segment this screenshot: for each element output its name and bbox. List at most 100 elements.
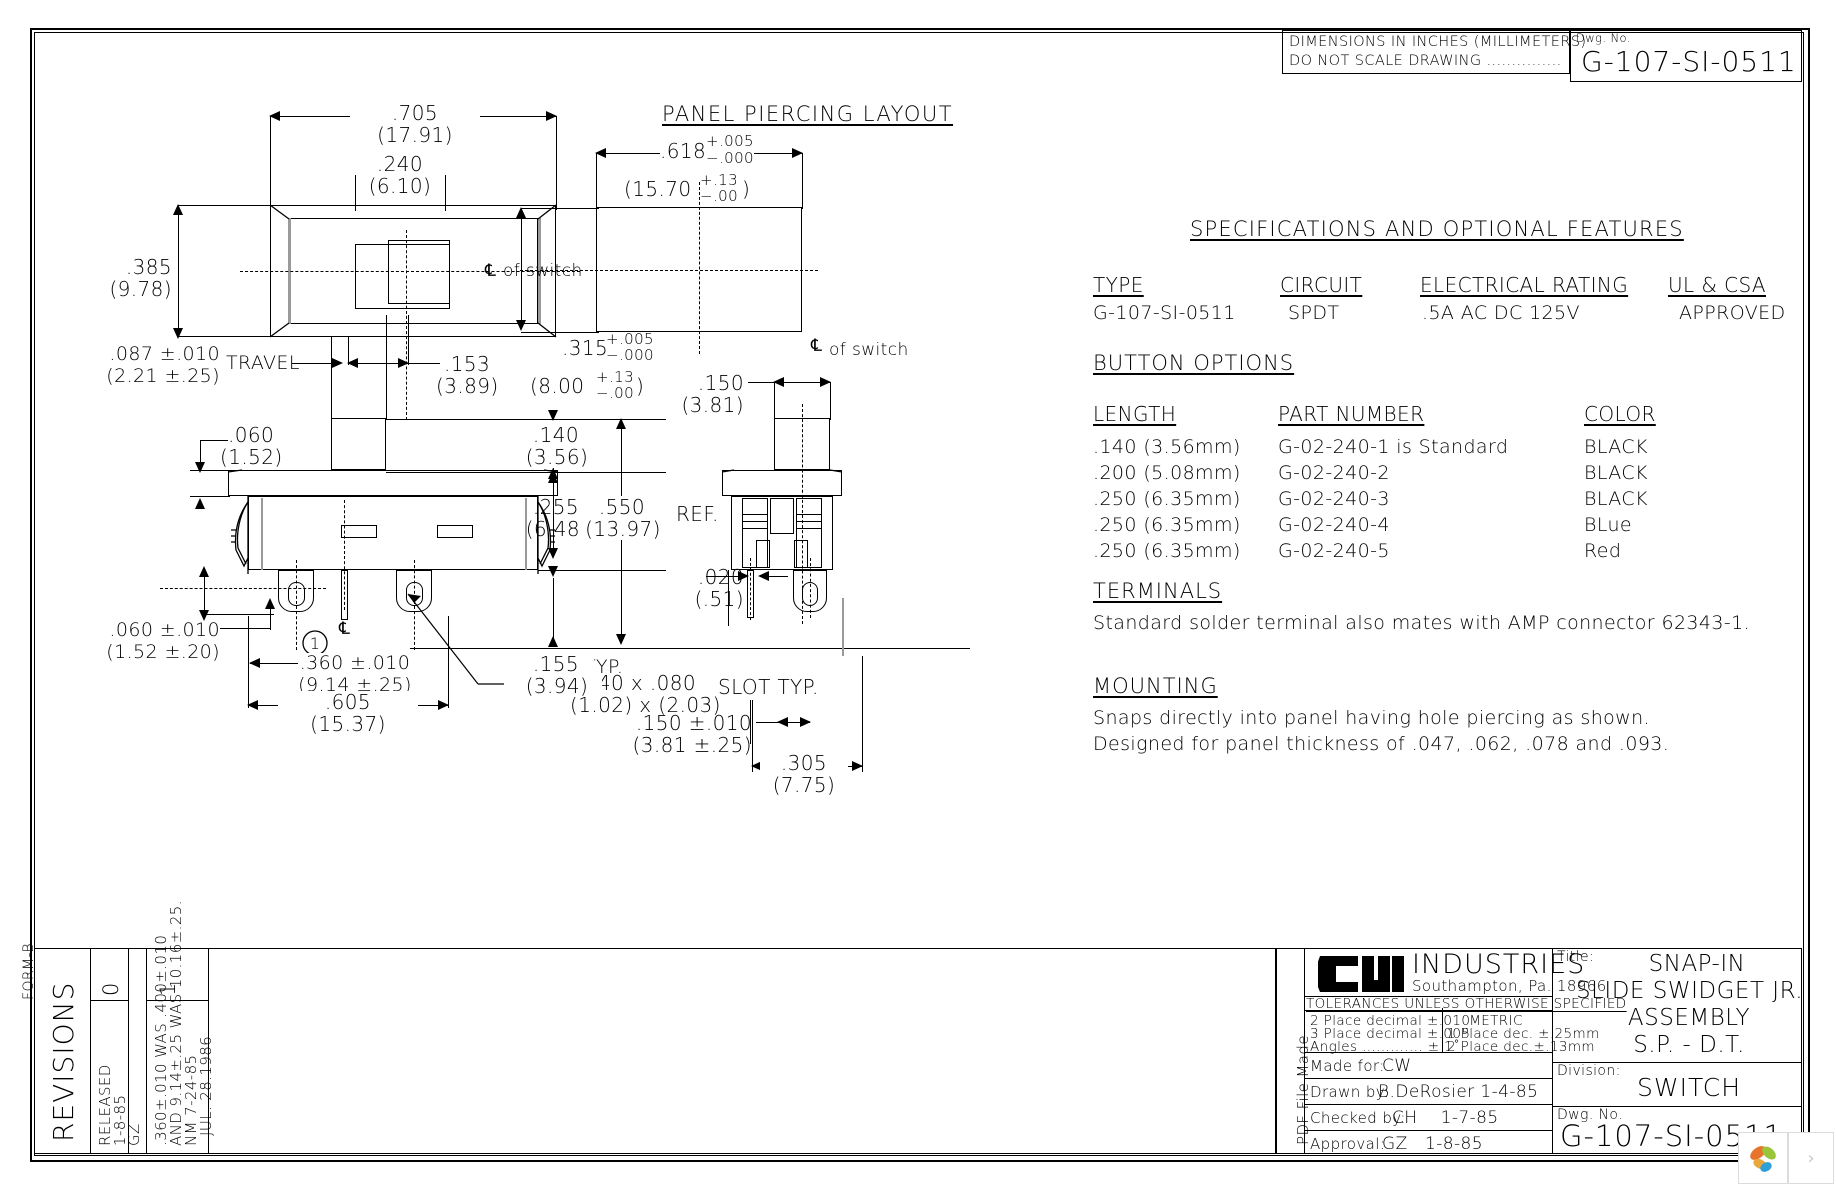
overall-depth-mm: (13.97)	[578, 518, 668, 540]
button-options-header-color: COLOR	[1584, 402, 1656, 426]
dimension-note-box: DIMENSIONS IN INCHES (MILLIMETERS) DO NO…	[1282, 30, 1586, 74]
overall-depth-in: .550	[584, 496, 660, 518]
piercing-cl-bottom-label: of switch	[829, 340, 909, 360]
terminals-title: TERMINALS	[1093, 579, 1223, 603]
side-button-width-in: .150	[697, 371, 744, 395]
side-pin-off-in: .150 ±.010	[635, 711, 752, 735]
tolerances-header: TOLERANCES UNLESS OTHERWISE SPECIFIED	[1306, 996, 1627, 1012]
side-flange-chamfers	[721, 469, 843, 473]
tolerance-right-1: 2 Place dec.±.13mm	[1447, 1039, 1595, 1055]
button-row-3-part: G-02-240-4	[1278, 514, 1390, 536]
travel-label: TRAVEL	[226, 352, 300, 374]
front-view-button-inner	[388, 240, 450, 304]
button-row-3-color: BLue	[1584, 514, 1633, 536]
travel-mm: (2.21 ±.25)	[106, 365, 220, 387]
body-slot-left	[341, 525, 377, 538]
button-row-1-color: BLACK	[1584, 462, 1648, 484]
watermark-chevron-icon[interactable]: ›	[1788, 1132, 1834, 1184]
button-proj-in: .140	[518, 424, 594, 446]
button-row-2-part: G-02-240-3	[1278, 488, 1390, 510]
specs-header-rating: ELECTRICAL RATING	[1420, 273, 1629, 297]
made-for-label: Made for:	[1310, 1057, 1385, 1075]
specs-header-ulcsa: UL & CSA	[1668, 273, 1767, 297]
side-pin-off-mm: (3.81 ±.25)	[632, 733, 752, 757]
button-row-1-length: .200 (5.08mm)	[1093, 462, 1241, 484]
watermark: ›	[1738, 1132, 1834, 1184]
flange-thk-in: .060	[228, 423, 275, 447]
piercing-cl-bottom-mark: ℄	[811, 336, 823, 356]
cw-logo-icon	[1318, 956, 1404, 992]
button-row-3-length: .250 (6.35mm)	[1093, 514, 1241, 536]
pin-thk-mm: (.51)	[694, 587, 744, 611]
body-width-in: .605	[278, 691, 418, 713]
body-depth-in: .255	[532, 495, 580, 519]
panel-piercing-title: PANEL PIERCING LAYOUT	[662, 102, 954, 126]
mounting-line1: Snaps directly into panel having hole pi…	[1093, 707, 1650, 729]
drawing-number-box: Dwg. No. G-107-SI-0511	[1570, 30, 1802, 82]
front-height-in: .385	[125, 255, 172, 279]
flower-logo-icon	[1738, 1132, 1788, 1184]
slot-typ-label: SLOT TYP.	[718, 675, 819, 699]
button-row-2-color: BLACK	[1584, 488, 1648, 510]
title-line-0: SNAP-IN	[1648, 951, 1746, 977]
title-line-2: ASSEMBLY	[1627, 1005, 1751, 1031]
mounting-title: MOUNTING	[1093, 674, 1218, 698]
revision-0-line-2: GZ	[125, 1123, 143, 1146]
travel-in: .087 ±.010	[109, 343, 220, 365]
front-offset-mm: (3.89)	[436, 374, 499, 398]
revisions-title: REVISIONS	[47, 981, 80, 1142]
button-proj-mm: (3.56)	[512, 446, 602, 468]
specs-value-circuit: SPDT	[1288, 302, 1340, 324]
specs-header-type: TYPE	[1093, 273, 1144, 297]
piercing-width-tol-minus: −.000	[706, 149, 754, 167]
snap-leg-left	[231, 496, 249, 574]
button-options-header-length: LENGTH	[1093, 402, 1177, 426]
front-width-mm: (17.91)	[377, 123, 453, 147]
pin-len-in: .155	[518, 653, 594, 675]
button-row-4-part: G-02-240-5	[1278, 540, 1390, 562]
piercing-width-mm: (15.70	[624, 177, 692, 201]
piercing-height-mm-close: )	[636, 374, 645, 398]
piercing-cl-left-label: of switch	[503, 261, 583, 281]
terminal-height-in: .060 ±.010	[109, 619, 220, 641]
actuator-post	[331, 418, 386, 470]
piercing-width-in: .618	[660, 139, 707, 163]
piercing-cl-left-mark: ℄	[485, 261, 497, 281]
button-row-4-length: .250 (6.35mm)	[1093, 540, 1241, 562]
specs-title: SPECIFICATIONS AND OPTIONAL FEATURES	[1190, 217, 1684, 241]
revisions-block	[34, 948, 1276, 1154]
body-slot-right	[437, 525, 473, 538]
front-offset-in: .153	[444, 352, 491, 376]
body-width-mm: (15.37)	[310, 712, 386, 736]
approval-label: Approval:	[1310, 1135, 1386, 1153]
side-body-width-in: .305	[760, 752, 848, 774]
terminals-text: Standard solder terminal also mates with…	[1093, 612, 1751, 634]
note-balloon-number: 1	[309, 634, 321, 653]
division-value: SWITCH	[1636, 1073, 1742, 1102]
piercing-height-in: .315	[562, 336, 609, 360]
side-body-width-mm: (7.75)	[772, 773, 836, 797]
piercing-height-tol-minus: −.000	[606, 346, 654, 364]
button-options-title: BUTTON OPTIONS	[1093, 351, 1295, 375]
button-options-header-partnumber: PART NUMBER	[1278, 402, 1425, 426]
overall-ref-label: REF.	[676, 502, 719, 526]
front-width-in: .705	[350, 102, 480, 124]
drawing-number-value: G-107-SI-0511	[1581, 45, 1797, 78]
tolerance-left-2: Angles ............. ± 1˚	[1310, 1039, 1461, 1055]
revision-0-number: 0	[99, 982, 123, 996]
piercing-height-mm-minus: −.00	[596, 384, 635, 402]
specs-value-rating: .5A AC DC 125V	[1422, 302, 1580, 324]
button-row-0-part: G-02-240-1 is Standard	[1278, 436, 1509, 458]
button-row-4-color: Red	[1584, 540, 1622, 562]
specs-header-circuit: CIRCUIT	[1280, 273, 1363, 297]
specs-value-ulcsa: APPROVED	[1679, 302, 1786, 324]
made-for-value: CW	[1382, 1056, 1412, 1076]
title-label: Title:	[1557, 949, 1595, 965]
revision-1-line-3: JUL. 28.1986	[197, 1035, 215, 1136]
button-row-1-part: G-02-240-2	[1278, 462, 1390, 484]
piercing-width-tol-plus: +.005	[706, 132, 754, 150]
piercing-width-mm-close: )	[742, 177, 751, 201]
checked-by-value: CH 1-7-85	[1392, 1108, 1499, 1128]
form-label: FORM-B	[21, 943, 37, 1000]
side-button-width-mm: (3.81)	[681, 393, 744, 417]
